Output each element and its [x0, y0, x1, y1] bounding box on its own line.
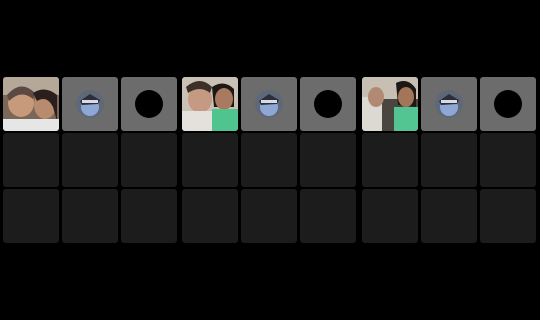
- panel-3: [362, 77, 536, 243]
- panel-1: [3, 77, 177, 243]
- empty-tile[interactable]: [62, 133, 118, 187]
- record-tile[interactable]: [121, 77, 177, 131]
- photo-thumbnail[interactable]: [362, 77, 418, 131]
- emoji-icon: [255, 90, 283, 118]
- photo-thumbnail[interactable]: [3, 77, 59, 131]
- photo-thumbnail[interactable]: [182, 77, 238, 131]
- record-circle-icon: [494, 90, 522, 118]
- emoji-icon: [435, 90, 463, 118]
- empty-tile[interactable]: [62, 189, 118, 243]
- empty-tile[interactable]: [480, 133, 536, 187]
- empty-tile[interactable]: [480, 189, 536, 243]
- panel-2: [182, 77, 356, 243]
- emoji-tile[interactable]: [421, 77, 477, 131]
- empty-tile[interactable]: [3, 133, 59, 187]
- record-circle-icon: [135, 90, 163, 118]
- empty-tile[interactable]: [121, 133, 177, 187]
- empty-tile[interactable]: [182, 189, 238, 243]
- empty-tile[interactable]: [421, 133, 477, 187]
- empty-tile[interactable]: [241, 189, 297, 243]
- empty-tile[interactable]: [3, 189, 59, 243]
- empty-tile[interactable]: [300, 133, 356, 187]
- record-tile[interactable]: [300, 77, 356, 131]
- emoji-tile[interactable]: [241, 77, 297, 131]
- empty-tile[interactable]: [182, 133, 238, 187]
- empty-tile[interactable]: [362, 189, 418, 243]
- empty-tile[interactable]: [421, 189, 477, 243]
- empty-tile[interactable]: [241, 133, 297, 187]
- empty-tile[interactable]: [362, 133, 418, 187]
- record-tile[interactable]: [480, 77, 536, 131]
- empty-tile[interactable]: [121, 189, 177, 243]
- emoji-tile[interactable]: [62, 77, 118, 131]
- record-circle-icon: [314, 90, 342, 118]
- emoji-icon: [76, 90, 104, 118]
- empty-tile[interactable]: [300, 189, 356, 243]
